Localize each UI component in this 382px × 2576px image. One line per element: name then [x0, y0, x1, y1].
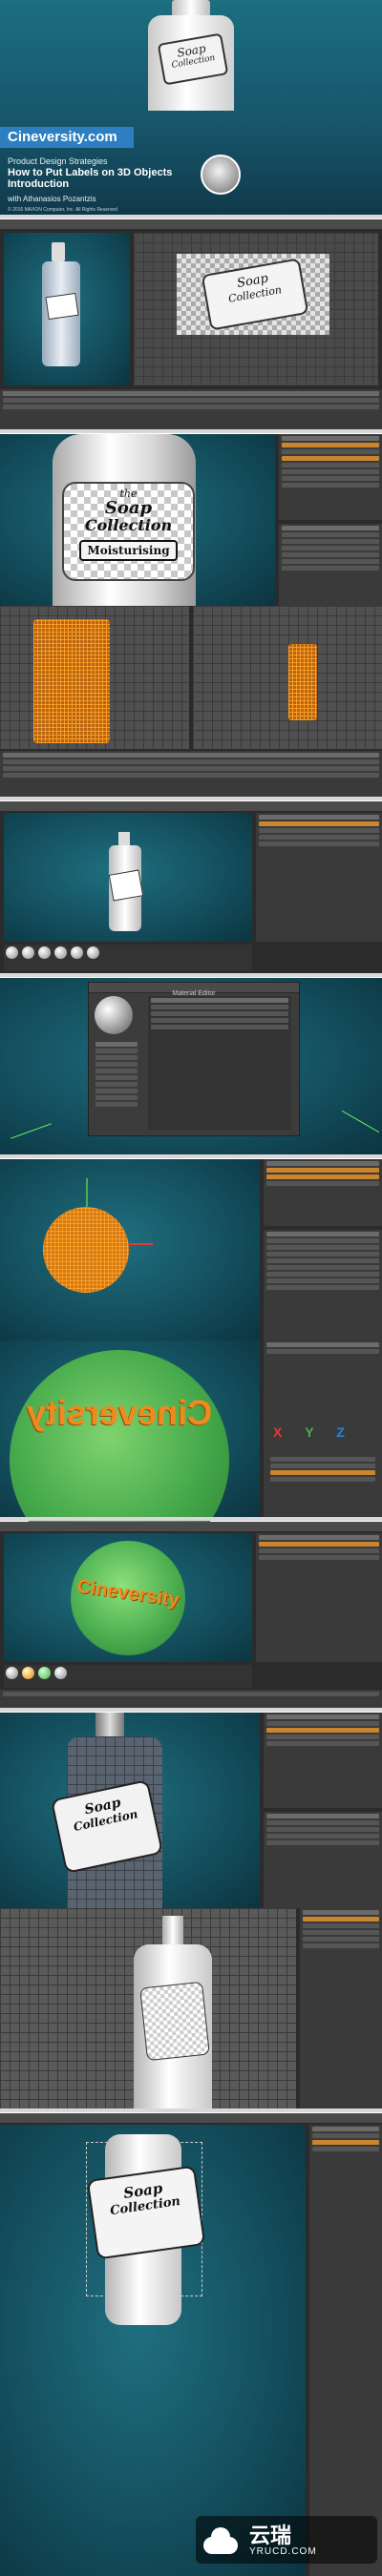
- object-manager: [264, 1713, 382, 1808]
- menu-bar: [0, 2113, 382, 2124]
- material-panel: [0, 751, 382, 797]
- copyright-text: © 2016 MAXON Computer, Inc. All Rights R…: [8, 207, 117, 213]
- material-preview: [95, 996, 133, 1034]
- object-manager: [279, 434, 382, 520]
- viewport-left[interactable]: [0, 606, 189, 749]
- object-manager: [264, 1159, 382, 1226]
- viewport-3d[interactable]: [0, 1159, 260, 1340]
- screen-material-editor: Material Editor: [0, 978, 382, 1154]
- viewport-3d[interactable]: [4, 233, 130, 385]
- axis-label-z: Z: [336, 1424, 345, 1440]
- course-title: How to Put Labels on 3D Objects: [8, 167, 173, 178]
- avatar: [201, 155, 241, 195]
- bottle-label: Soap Collection: [86, 2165, 206, 2260]
- screen-bottle-clean: [0, 1908, 382, 2109]
- screen-sphere-mirrored: Cineversity X Y Z: [0, 1340, 382, 1569]
- viewport-3d[interactable]: [0, 1908, 296, 2109]
- wire-cage-left: [33, 619, 110, 743]
- viewport-right[interactable]: [193, 606, 382, 749]
- hero-section: Soap Collection Cineversity.com Product …: [0, 0, 382, 215]
- watermark-url: YRUCD.COM: [249, 2546, 317, 2557]
- watermark-cn: 云瑞: [249, 2524, 292, 2548]
- material-manager: [4, 945, 252, 971]
- bottle-label: the Soap Collection Moisturising: [62, 482, 195, 581]
- course-category: Product Design Strategies: [8, 156, 108, 166]
- menu-bar: [0, 1522, 382, 1532]
- texture-view[interactable]: Soap Collection: [134, 233, 378, 385]
- cloud-icon: [203, 2525, 240, 2554]
- material-manager: [4, 1665, 252, 1688]
- viewport-3d[interactable]: Cineversity: [4, 1533, 252, 1662]
- axis-label-x: X: [273, 1424, 283, 1440]
- material-editor-window[interactable]: Material Editor: [88, 982, 300, 1136]
- screen-wireframe-views: [0, 606, 382, 797]
- attributes-panel: [264, 1812, 382, 1908]
- screen-wire-sphere: [0, 1159, 382, 1340]
- wire-sphere: [43, 1207, 129, 1293]
- brand-logo[interactable]: Cineversity.com: [0, 127, 134, 148]
- menu-bar: [0, 219, 382, 230]
- object-manager: [309, 2125, 382, 2576]
- wire-cage-right: [288, 644, 317, 720]
- object-manager: [300, 1908, 382, 2109]
- viewport-3d[interactable]: Soap Collection: [0, 1713, 260, 1908]
- watermark: 云瑞 YRUCD.COM: [196, 2516, 377, 2564]
- bottle-image: Soap Collection: [143, 0, 239, 111]
- lesson-title: Introduction: [8, 178, 70, 190]
- viewport-3d[interactable]: Soap Collection: [0, 2125, 306, 2576]
- viewport-3d[interactable]: Cineversity: [0, 1340, 260, 1569]
- menu-bar: [0, 801, 382, 812]
- brand-bar: Cineversity.com: [0, 127, 134, 148]
- channel-properties[interactable]: [148, 996, 291, 1130]
- attributes-panel: [279, 524, 382, 606]
- sphere-text: Cineversity: [75, 1575, 180, 1611]
- timeline-panel: [0, 1690, 382, 1708]
- attributes-panel: [264, 1230, 382, 1340]
- viewport-3d[interactable]: the Soap Collection Moisturising: [0, 434, 275, 606]
- screen-bottle-closeup: the Soap Collection Moisturising: [0, 434, 382, 606]
- title-block: Product Design Strategies How to Put Lab…: [8, 156, 203, 213]
- screen-bottle-final: Soap Collection 云瑞 YRUCD.COM: [0, 2113, 382, 2576]
- green-sphere: Cineversity: [71, 1541, 185, 1655]
- screen-bottle-cage: Soap Collection: [0, 1713, 382, 1908]
- object-manager: [256, 813, 382, 942]
- axis-label-y: Y: [305, 1424, 314, 1440]
- viewport-3d[interactable]: [4, 813, 252, 942]
- screen-bottle-small: [0, 801, 382, 973]
- screen-sphere-correct: Cineversity: [0, 1522, 382, 1708]
- timeline-panel: [0, 389, 382, 429]
- object-manager: X Y Z: [264, 1340, 382, 1517]
- channel-list[interactable]: [93, 1040, 140, 1131]
- sphere-text-mirrored: Cineversity: [26, 1393, 213, 1432]
- bottle-label: [139, 1981, 210, 2062]
- object-manager: [256, 1533, 382, 1662]
- screen-uv-editor: Soap Collection: [0, 219, 382, 429]
- author-name: with Athanasios Pozantzis: [8, 195, 96, 203]
